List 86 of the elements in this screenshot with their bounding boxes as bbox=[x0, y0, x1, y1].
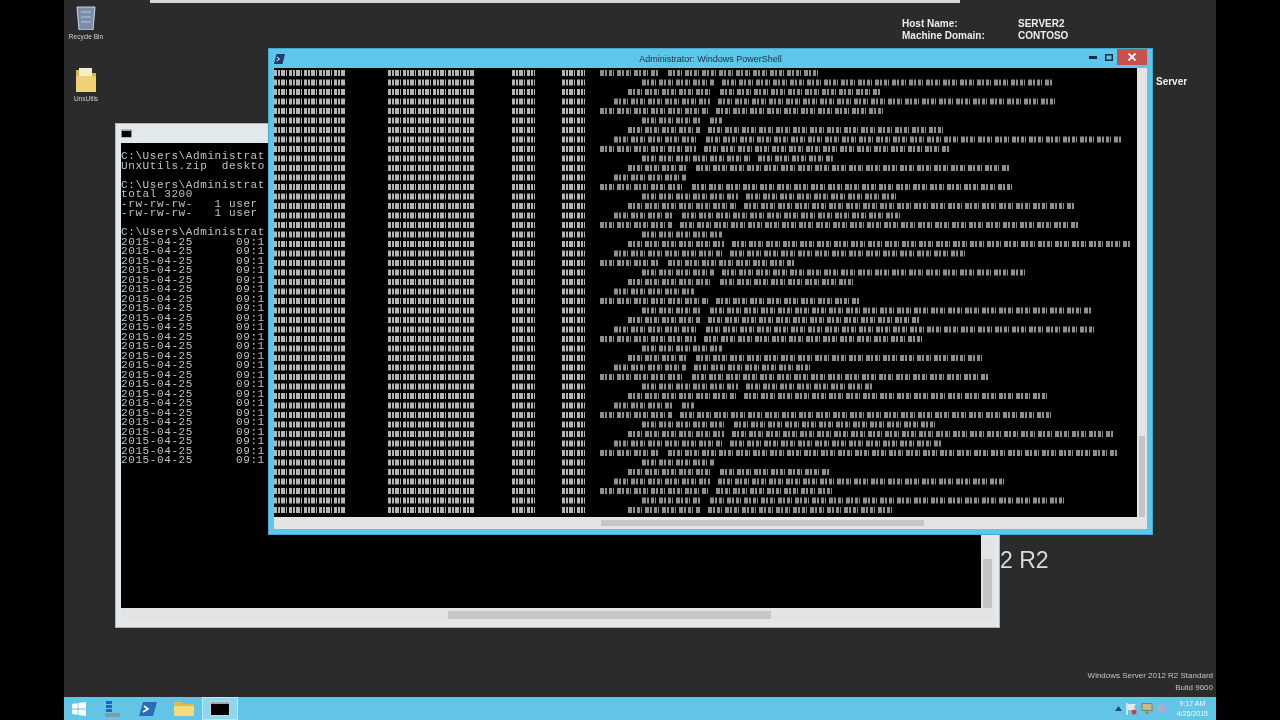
listing-date: 2015-04-25 bbox=[121, 342, 193, 352]
listing-date: 2015-04-25 bbox=[121, 266, 193, 276]
listing-time: 09:1 bbox=[236, 342, 265, 352]
edition-text: Build 9600 bbox=[1175, 682, 1213, 694]
listing-date: 2015-04-25 bbox=[121, 370, 193, 380]
info-label: Host Name: bbox=[902, 18, 959, 30]
console-window-icon bbox=[121, 129, 132, 138]
listing-date: 2015-04-25 bbox=[121, 456, 193, 466]
listing-date: 2015-04-25 bbox=[121, 275, 193, 285]
minimize-icon bbox=[1089, 55, 1097, 59]
wallpaper-text: 2 R2 bbox=[1000, 547, 1049, 573]
listing-time: 09:1 bbox=[236, 285, 265, 295]
console-window-icon bbox=[210, 701, 230, 716]
chevron-tile-icon bbox=[274, 53, 285, 64]
info-value: SERVER2 bbox=[1018, 18, 1066, 30]
listing-date: 2015-04-25 bbox=[121, 427, 193, 437]
listing-time: 09:1 bbox=[236, 332, 265, 342]
listing-date: 2015-04-25 bbox=[121, 380, 193, 390]
up-arrow-icon bbox=[1114, 706, 1122, 711]
console-line: -rw-rw-rw- 1 user bbox=[121, 199, 258, 209]
info-label: Machine Domain: bbox=[902, 29, 986, 41]
console-line: C:\Users\Administrat bbox=[121, 180, 266, 190]
taskbar-button[interactable] bbox=[202, 697, 238, 720]
console-line: -rw-rw-rw- 1 user bbox=[121, 209, 258, 219]
listing-date: 2015-04-25 bbox=[121, 408, 193, 418]
windows-logo-icon bbox=[72, 701, 86, 716]
listing-date: 2015-04-25 bbox=[121, 332, 193, 342]
listing-date: 2015-04-25 bbox=[121, 237, 193, 247]
console-line: total 3200 bbox=[121, 190, 193, 200]
listing-time: 09:1 bbox=[236, 418, 265, 428]
listing-time: 09:1 bbox=[236, 361, 265, 371]
listing-date: 2015-04-25 bbox=[121, 389, 193, 399]
listing-time: 09:1 bbox=[236, 427, 265, 437]
maximize-icon bbox=[1105, 53, 1113, 61]
listing-time: 09:1 bbox=[236, 275, 265, 285]
close-button[interactable] bbox=[1117, 49, 1147, 65]
listing-time: 09:1 bbox=[236, 351, 265, 361]
listing-time: 09:1 bbox=[236, 237, 265, 247]
window-title: Administrator: Windows PowerShell bbox=[639, 53, 782, 64]
listing-time: 09:1 bbox=[236, 294, 265, 304]
console-line: UnxUtils.zip deskto bbox=[121, 161, 266, 171]
listing-time: 09:1 bbox=[236, 304, 265, 314]
server-stack-icon bbox=[103, 699, 121, 718]
listing-time: 09:1 bbox=[236, 456, 265, 466]
horizontal-scrollbar[interactable] bbox=[121, 608, 994, 622]
listing-date: 2015-04-25 bbox=[121, 437, 193, 447]
speaker-icon bbox=[1156, 703, 1169, 714]
folder-icon bbox=[75, 66, 97, 92]
folder-icon bbox=[174, 701, 194, 716]
monitor-icon bbox=[1140, 703, 1153, 714]
listing-date: 2015-04-25 bbox=[121, 418, 193, 428]
edition-text: Windows Server 2012 R2 Standard bbox=[1087, 670, 1213, 682]
vertical-scrollbar[interactable] bbox=[1137, 68, 1147, 517]
listing-date: 2015-04-25 bbox=[121, 247, 193, 257]
listing-date: 2015-04-25 bbox=[121, 361, 193, 371]
listing-time: 09:1 bbox=[236, 408, 265, 418]
listing-date: 2015-04-25 bbox=[121, 304, 193, 314]
listing-time: 09:1 bbox=[236, 313, 265, 323]
vertical-scrollbar[interactable] bbox=[981, 538, 994, 608]
listing-date: 2015-04-25 bbox=[121, 285, 193, 295]
listing-time: 09:1 bbox=[236, 437, 265, 447]
listing-time: 09:1 bbox=[236, 446, 265, 456]
console-line: C:\Users\Administrat bbox=[121, 152, 266, 162]
listing-time: 09:1 bbox=[236, 370, 265, 380]
listing-time: 09:1 bbox=[236, 266, 265, 276]
listing-time: 09:1 bbox=[236, 399, 265, 409]
listing-date: 2015-04-25 bbox=[121, 256, 193, 266]
chevron-tile-icon bbox=[139, 700, 157, 717]
listing-date: 2015-04-25 bbox=[121, 323, 193, 333]
listing-date: 2015-04-25 bbox=[121, 294, 193, 304]
info-value: CONTOSO bbox=[1018, 29, 1069, 41]
listing-time: 09:1 bbox=[236, 256, 265, 266]
listing-date: 2015-04-25 bbox=[121, 399, 193, 409]
listing-time: 09:1 bbox=[236, 380, 265, 390]
listing-date: 2015-04-25 bbox=[121, 351, 193, 361]
listing-time: 09:1 bbox=[236, 389, 265, 399]
listing-date: 2015-04-25 bbox=[121, 313, 193, 323]
close-icon bbox=[1128, 53, 1136, 61]
horizontal-scrollbar[interactable] bbox=[274, 517, 1147, 529]
console-line: C:\Users\Administrat bbox=[121, 228, 266, 238]
listing-date: 2015-04-25 bbox=[121, 446, 193, 456]
info-value: Server bbox=[1156, 76, 1188, 88]
listing-time: 09:1 bbox=[236, 323, 265, 333]
flag-icon bbox=[1125, 702, 1137, 715]
listing-time: 09:1 bbox=[236, 247, 265, 257]
recycle-bin-icon bbox=[75, 4, 97, 30]
